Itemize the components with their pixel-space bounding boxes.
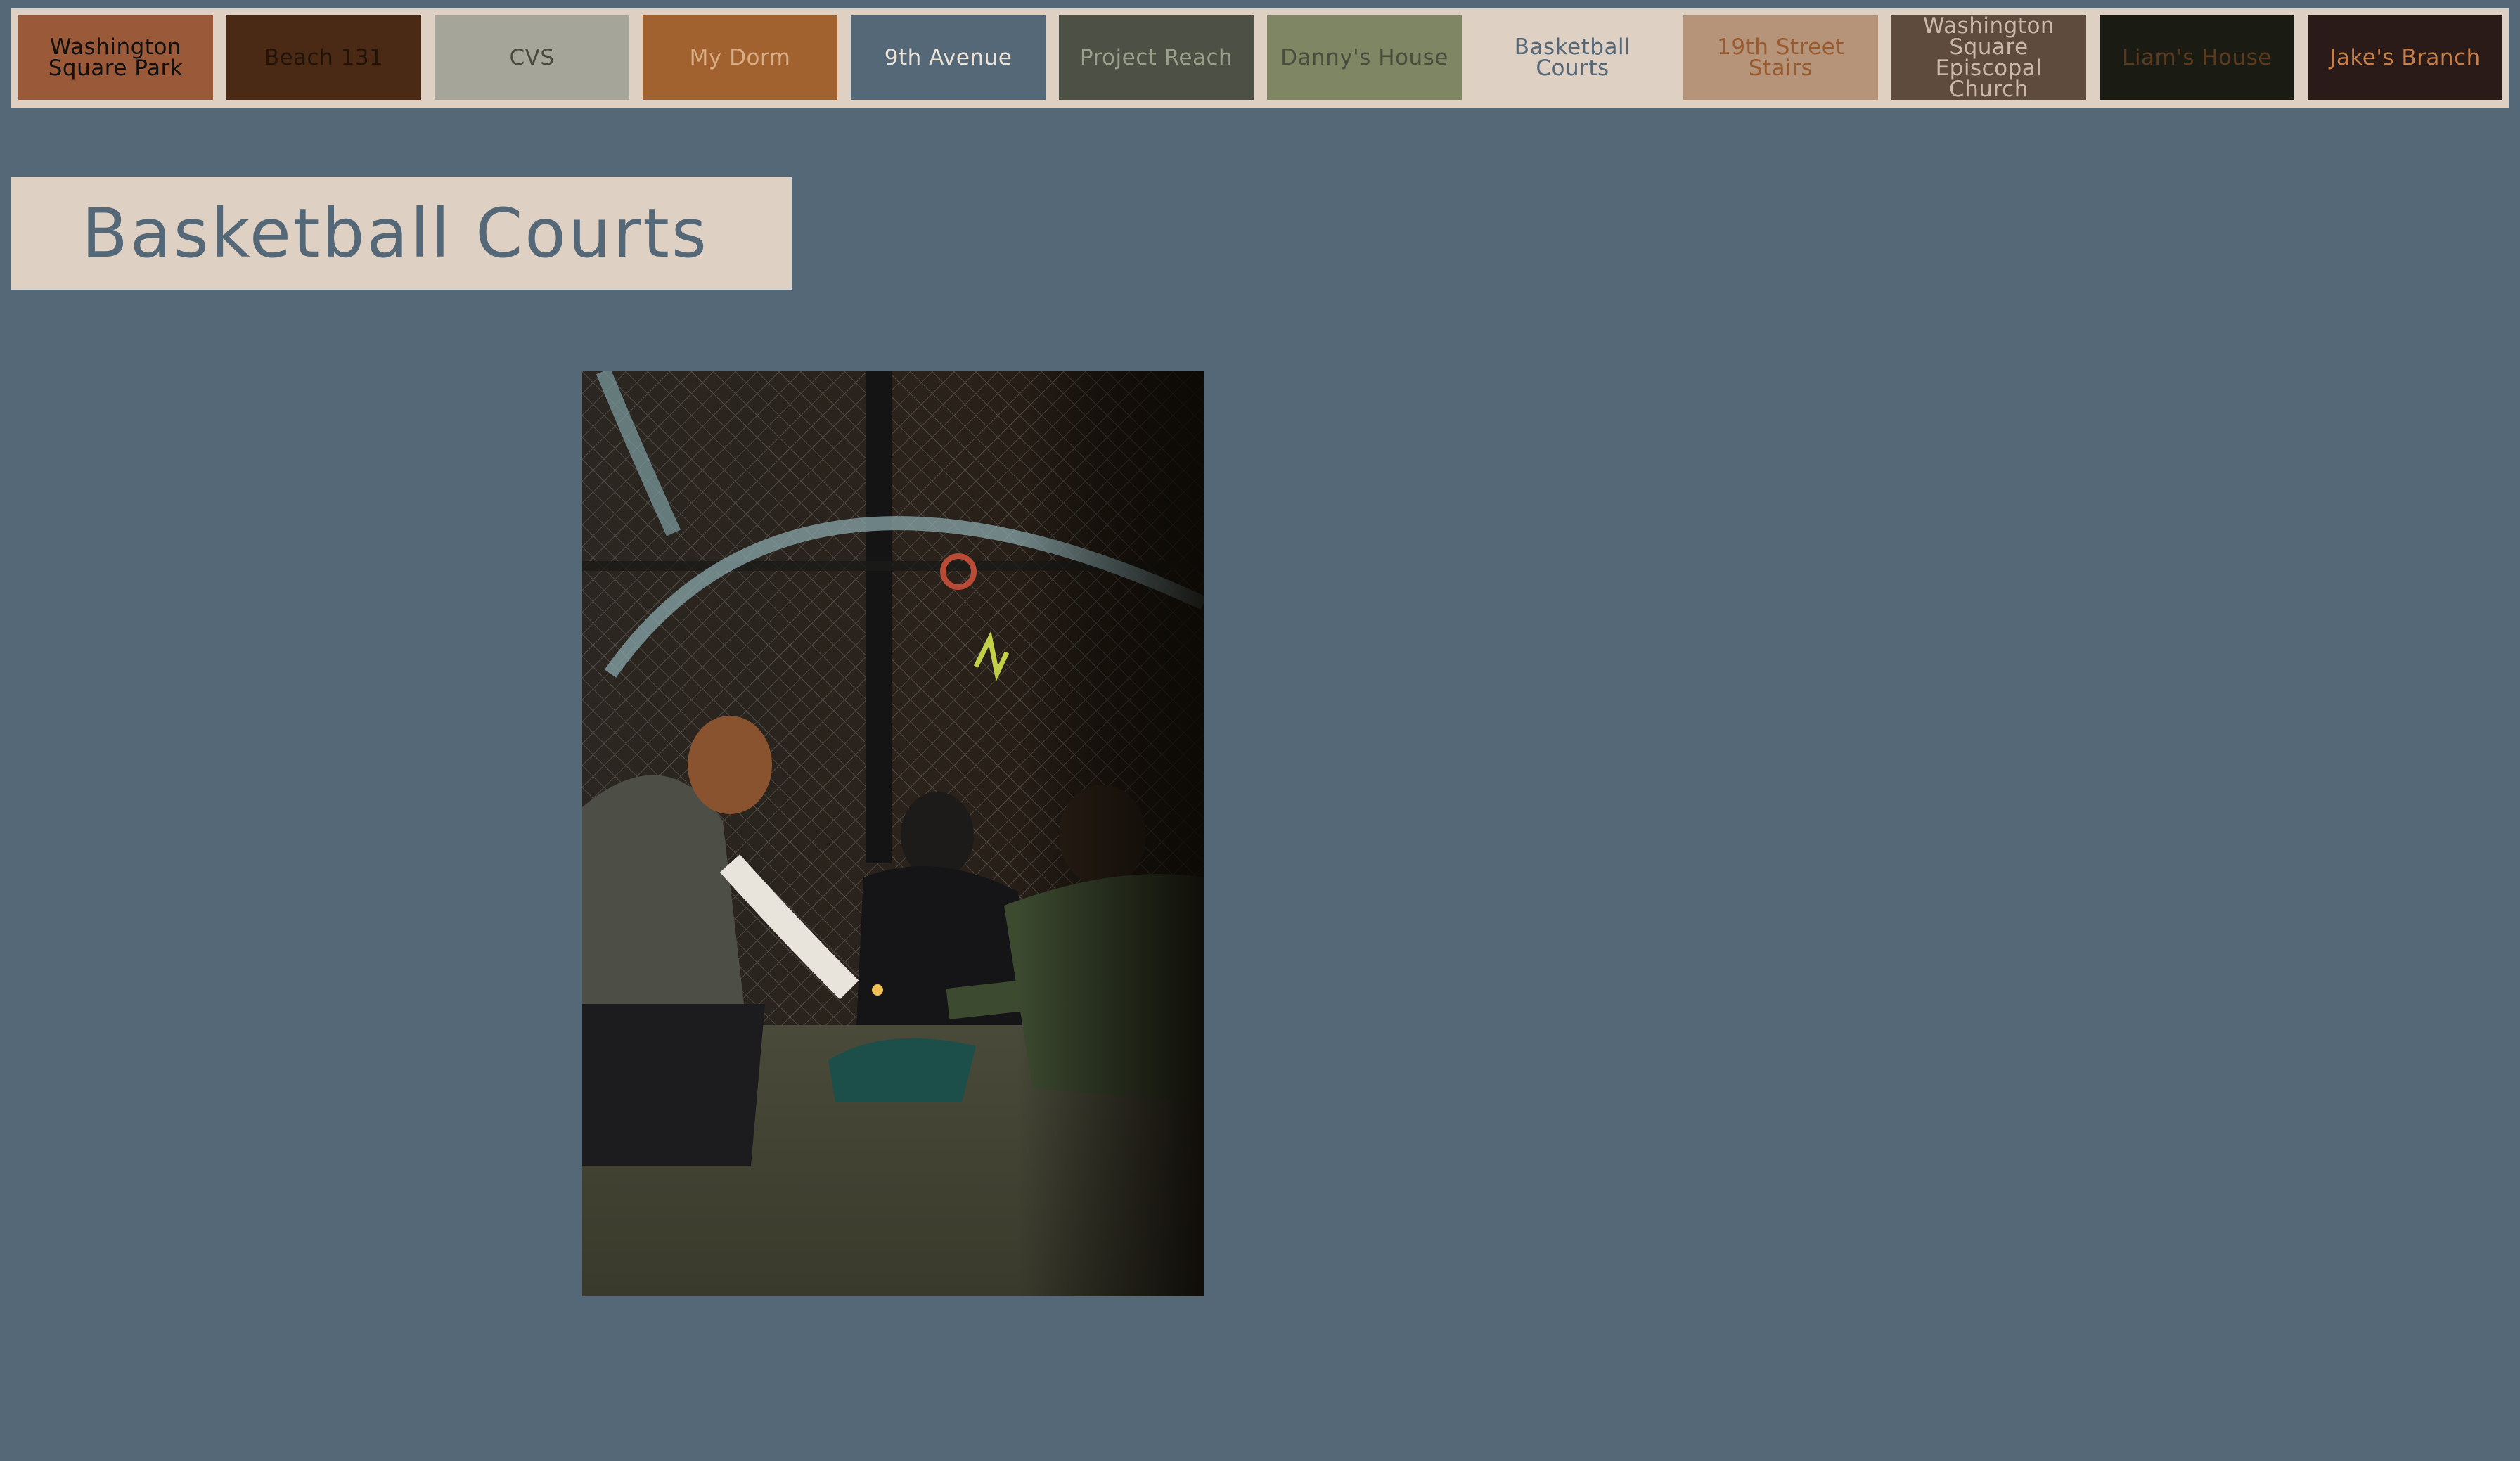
nav-item-label: Washington Square Episcopal Church	[1922, 13, 2055, 102]
nav-item-label: Basketball Courts	[1514, 34, 1631, 81]
nav-item-label: My Dorm	[689, 45, 791, 70]
nav-item-label: Danny's House	[1280, 45, 1448, 70]
nav-19th-street-stairs[interactable]: 19th Street Stairs	[1683, 15, 1878, 100]
nav-washington-square-episcopal-church[interactable]: Washington Square Episcopal Church	[1891, 13, 2086, 102]
nav-basketball-courts[interactable]: Basketball Courts	[1475, 15, 1670, 100]
nav-cvs[interactable]: CVS	[435, 15, 629, 100]
nav-washington-square-park[interactable]: Washington Square Park	[18, 15, 213, 100]
page-title: Basketball Courts	[82, 194, 709, 273]
nav-item-label: Washington Square Park	[48, 34, 184, 81]
nav-project-reach[interactable]: Project Reach	[1059, 15, 1254, 100]
nav-dannys-house[interactable]: Danny's House	[1267, 15, 1462, 100]
nav-item-label: Jake's Branch	[2329, 45, 2481, 70]
nav-9th-avenue[interactable]: 9th Avenue	[851, 15, 1046, 100]
page-title-panel: Basketball Courts	[11, 177, 792, 290]
nav-item-label: Project Reach	[1079, 45, 1233, 70]
nav-liams-house[interactable]: Liam's House	[2100, 15, 2294, 100]
nav-item-label: CVS	[509, 45, 555, 70]
location-nav: Washington Square Park Beach 131 CVS My …	[11, 8, 2509, 108]
nav-my-dorm[interactable]: My Dorm	[643, 15, 837, 100]
nav-item-label: Beach 131	[264, 45, 384, 70]
basketball-court-photo	[582, 371, 1204, 1296]
nav-item-label: 9th Avenue	[884, 45, 1012, 70]
photo-image	[582, 371, 1204, 1296]
nav-item-label: Liam's House	[2122, 45, 2272, 70]
nav-jakes-branch[interactable]: Jake's Branch	[2308, 15, 2502, 100]
nav-beach-131[interactable]: Beach 131	[226, 15, 421, 100]
nav-item-label: 19th Street Stairs	[1717, 34, 1844, 81]
